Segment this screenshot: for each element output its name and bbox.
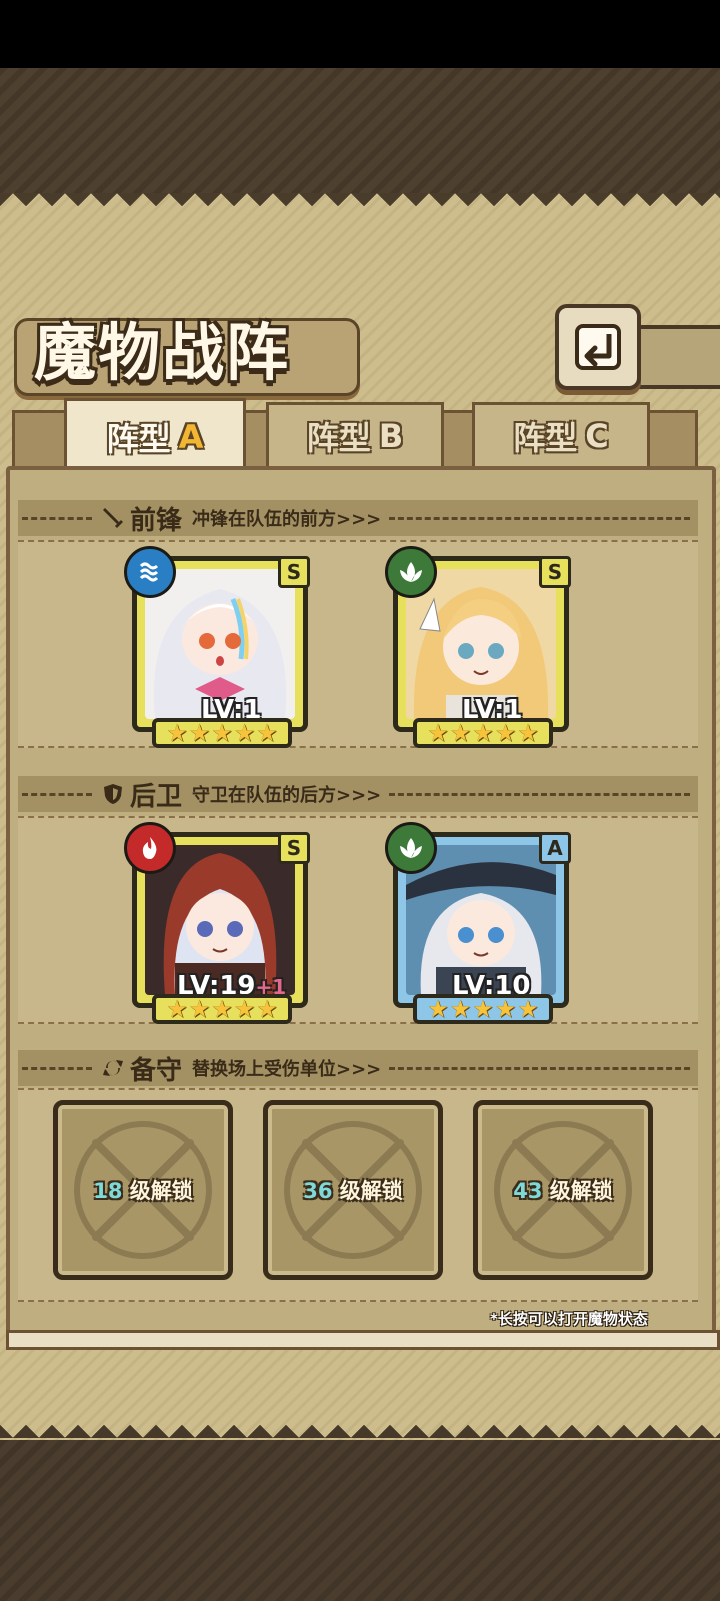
tab-label: 阵型 [513, 419, 578, 457]
unlock-level: 18 [93, 1179, 123, 1203]
back-arrow-icon [575, 324, 621, 370]
tab-letter: A [178, 418, 204, 456]
rank-badge: A [539, 832, 571, 864]
tab-formation-a[interactable]: 阵型 A [64, 398, 246, 476]
nature-element-icon [385, 822, 437, 874]
star-icon: ★ [427, 719, 449, 747]
unlock-text: 级解锁 [129, 1179, 193, 1203]
long-press-hint: *长按可以打开魔物状态 [490, 1310, 648, 1328]
star-icon: ★ [233, 995, 256, 1023]
unit-card[interactable]: LV:1 S ★ ★ ★ ★ ★ [385, 546, 573, 756]
tab-label: 阵型 [306, 419, 371, 457]
torn-edge-top [0, 193, 720, 219]
reserve-slot-locked[interactable]: 43 级解锁 [473, 1100, 653, 1280]
unit-card[interactable]: LV:19+1 S ★ ★ ★ ★ ★ [124, 822, 312, 1032]
star-icon: ★ [494, 719, 517, 747]
unlock-level: 43 [513, 1179, 543, 1203]
tab-label: 阵型 [106, 420, 171, 458]
section-header-front: 前锋 冲锋在队伍的前方>>> [18, 500, 698, 536]
map-background-bottom [0, 1440, 720, 1601]
page-title: 魔物战阵 [34, 316, 291, 389]
section-subtitle: 冲锋在队伍的前方>>> [192, 509, 382, 530]
reserve-slot-locked[interactable]: 36 级解锁 [263, 1100, 443, 1280]
star-icon: ★ [188, 995, 211, 1023]
star-rating: ★ ★ ★ ★ ★ [152, 718, 292, 748]
star-icon: ★ [166, 995, 188, 1023]
rank-badge: S [278, 556, 310, 588]
front-row [18, 540, 698, 748]
frame-bottom-rail [6, 1330, 720, 1350]
torn-edge-bottom [0, 1412, 720, 1440]
star-icon: ★ [449, 995, 472, 1023]
section-header-back: 后卫 守卫在队伍的后方>>> [18, 776, 698, 812]
tab-formation-b[interactable]: 阵型 B [266, 402, 444, 470]
swap-icon [100, 1055, 126, 1081]
back-button[interactable] [555, 304, 641, 390]
star-rating: ★ ★ ★ ★ ★ [413, 718, 553, 748]
star-icon: ★ [517, 719, 539, 747]
unlock-text: 级解锁 [549, 1179, 613, 1203]
star-icon: ★ [472, 719, 494, 747]
unlock-text: 级解锁 [339, 1179, 403, 1203]
status-bar [0, 0, 720, 68]
star-icon: ★ [188, 719, 211, 747]
rank-badge: S [278, 832, 310, 864]
reserve-slot-locked[interactable]: 18 级解锁 [53, 1100, 233, 1280]
star-icon: ★ [211, 995, 233, 1023]
unlock-level: 36 [303, 1179, 333, 1203]
section-title: 后卫 [130, 781, 183, 812]
tab-letter: C [585, 417, 609, 455]
unit-card[interactable]: LV:10 A ★ ★ ★ ★ ★ [385, 822, 573, 1032]
star-icon: ★ [211, 719, 233, 747]
star-icon: ★ [233, 719, 256, 747]
nature-element-icon [385, 546, 437, 598]
star-icon: ★ [256, 719, 278, 747]
section-subtitle: 替换场上受伤单位>>> [192, 1059, 382, 1080]
star-rating: ★ ★ ★ ★ ★ [152, 994, 292, 1024]
star-rating: ★ ★ ★ ★ ★ [413, 994, 553, 1024]
star-icon: ★ [517, 995, 539, 1023]
map-background-top [0, 68, 720, 193]
section-subtitle: 守卫在队伍的后方>>> [192, 785, 382, 806]
section-header-reserve: 备守 替换场上受伤单位>>> [18, 1050, 698, 1086]
back-row [18, 816, 698, 1024]
star-icon: ★ [449, 719, 472, 747]
star-icon: ★ [256, 995, 278, 1023]
unit-card[interactable]: LV:1 S ★ ★ ★ ★ ★ [124, 546, 312, 756]
water-element-icon [124, 546, 176, 598]
star-icon: ★ [166, 719, 188, 747]
star-icon: ★ [494, 995, 517, 1023]
star-icon: ★ [472, 995, 494, 1023]
star-icon: ★ [427, 995, 449, 1023]
rank-badge: S [539, 556, 571, 588]
shield-icon [100, 781, 126, 807]
tab-formation-c[interactable]: 阵型 C [472, 402, 650, 470]
section-title: 备守 [130, 1055, 183, 1086]
fire-element-icon [124, 822, 176, 874]
tab-letter: B [378, 417, 404, 455]
sword-icon [100, 505, 126, 531]
section-title: 前锋 [130, 505, 183, 536]
